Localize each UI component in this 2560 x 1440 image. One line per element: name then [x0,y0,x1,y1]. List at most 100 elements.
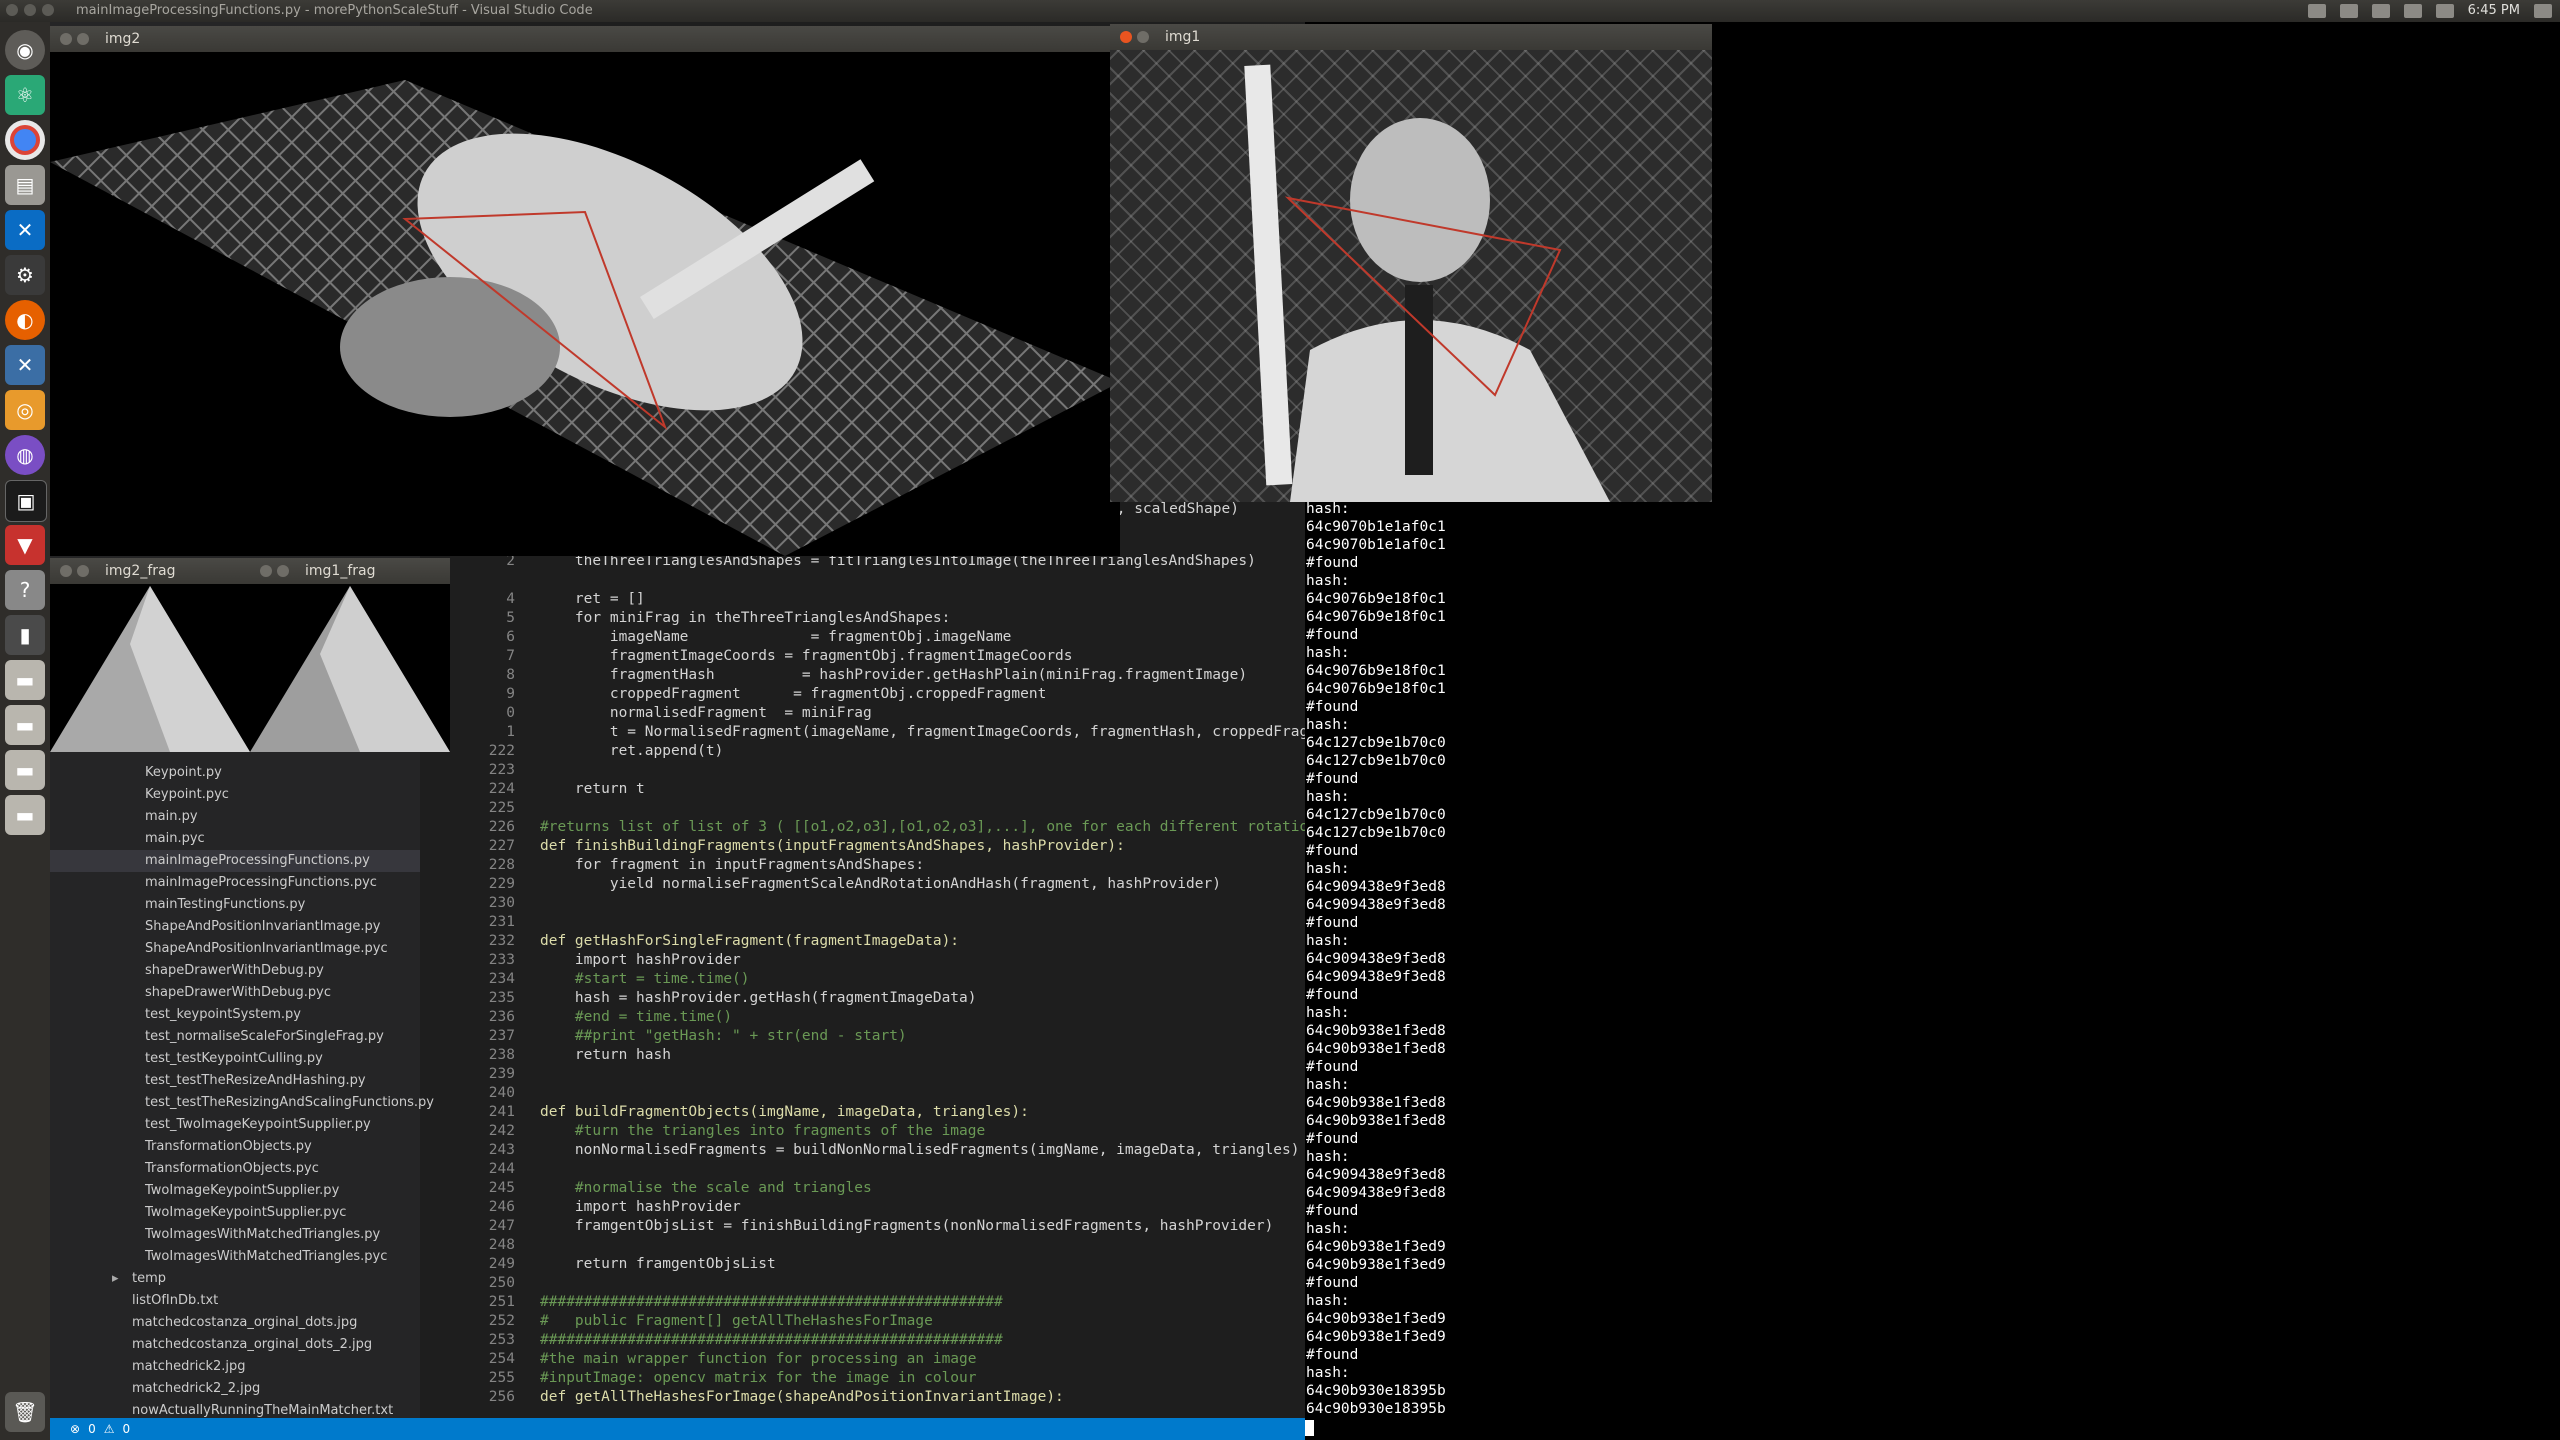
trash-icon[interactable]: 🗑 [5,1392,45,1432]
maximize-window-button[interactable] [42,4,54,16]
file-item[interactable]: shapeDrawerWithDebug.pyc [50,982,420,1004]
help-icon[interactable]: ? [5,570,45,610]
img1-frag-window[interactable]: img1_frag [250,558,450,752]
terminal-line: 64c127cb9e1b70c0 [1306,753,1446,769]
drive-icon-3[interactable]: ▬ [5,795,45,835]
warning-count: 0 [122,1422,131,1436]
minimize-window-button[interactable] [24,4,36,16]
file-item[interactable]: listOfInDb.txt [50,1290,420,1312]
file-item[interactable]: mainImageProcessingFunctions.pyc [50,872,420,894]
code-line: 236 #end = time.time() [420,1008,1305,1027]
file-item[interactable]: mainTestingFunctions.py [50,894,420,916]
terminal-line: 64c90b938e1f3ed8 [1306,1113,1446,1129]
close-button[interactable] [1120,31,1132,43]
file-item[interactable]: matchedrick2.jpg [50,1356,420,1378]
img1-frag-titlebar[interactable]: img1_frag [250,558,450,584]
line-number: 242 [488,1123,515,1139]
img2-window[interactable]: img2 [50,26,1120,556]
keyboard-icon[interactable] [2371,4,2390,18]
code-text: imageName = fragmentObj.imageName [540,629,1012,645]
file-item[interactable]: TransformationObjects.py [50,1136,420,1158]
terminal-line: #found [1306,1131,1359,1147]
file-item[interactable]: mainImageProcessingFunctions.py [50,850,420,872]
code-text: #normalise the scale and triangles [540,1180,872,1196]
app-icon[interactable]: ◎ [5,390,45,430]
file-item[interactable]: test_testKeypointCulling.py [50,1048,420,1070]
minimize-button[interactable] [77,33,89,45]
img2-frag-titlebar[interactable]: img2_frag [50,558,250,584]
globe-icon[interactable]: ◍ [5,435,45,475]
problems-indicator[interactable]: ⊗ 0 ⚠ 0 [70,1418,130,1440]
img1-window[interactable]: img1 [1110,24,1712,502]
code-line: 254 #the main wrapper function for proces… [420,1350,1305,1369]
file-item[interactable]: test_testTheResizingAndScalingFunctions.… [50,1092,434,1114]
vscode-icon[interactable]: ✕ [5,210,45,250]
file-list: Keypoint.py Keypoint.pyc main.py main.pyc ma… [50,762,434,1422]
file-item[interactable]: ShapeAndPositionInvariantImage.pyc [50,938,420,960]
camera-icon[interactable]: ▬ [5,705,45,745]
close-window-button[interactable] [6,4,18,16]
close-button[interactable] [60,565,72,577]
firefox-icon[interactable]: ◐ [5,300,45,340]
dash-icon[interactable]: ◉ [5,30,45,70]
monitor-icon[interactable]: ▮ [5,615,45,655]
terminal[interactable]: hash: 64c9070b1e1af0c1 64c9070b1e1af0c1 #fo… [1305,500,2560,1440]
code-line: 7 fragmentImageCoords = fragmentObj.frag… [420,647,1305,666]
network-icon[interactable] [2403,4,2422,18]
file-item[interactable]: test_keypointSystem.py [50,1004,420,1026]
atom-icon[interactable]: ⚛ [5,75,45,115]
file-item[interactable]: ShapeAndPositionInvariantImage.py [50,916,420,938]
img1-titlebar[interactable]: img1 [1110,24,1712,50]
close-button[interactable] [60,33,72,45]
file-item[interactable]: main.py [50,806,420,828]
steam-icon[interactable]: ⚙ [5,255,45,295]
file-item[interactable]: temp [50,1268,420,1290]
file-item[interactable]: matchedcostanza_orginal_dots_2.jpg [50,1334,420,1356]
drive-icon[interactable]: ▬ [5,660,45,700]
code-text: ret.append(t) [540,743,724,759]
code-text: def getHashForSingleFragment(fragmentIma… [540,933,960,949]
terminal-icon[interactable]: ▣ [5,480,47,522]
file-item[interactable]: matchedcostanza_orginal_dots.jpg [50,1312,420,1334]
files-icon[interactable]: ▤ [5,165,45,205]
drive-icon-2[interactable]: ▬ [5,750,45,790]
file-item[interactable]: shapeDrawerWithDebug.py [50,960,420,982]
settings-icon[interactable] [2534,4,2552,18]
img2-frag-window[interactable]: img2_frag [50,558,250,752]
file-item[interactable]: test_TwoImageKeypointSupplier.py [50,1114,420,1136]
telegram-icon[interactable] [2339,4,2358,18]
code-line: 246 import hashProvider [420,1198,1305,1217]
file-item[interactable]: TwoImageKeypointSupplier.pyc [50,1202,420,1224]
file-item[interactable]: matchedrick2_2.jpg [50,1378,420,1400]
file-item[interactable]: TwoImageKeypointSupplier.py [50,1180,420,1202]
code-text: normalisedFragment = miniFrag [540,705,872,721]
file-item[interactable]: test_normaliseScaleForSingleFrag.py [50,1026,420,1048]
file-item[interactable]: TransformationObjects.pyc [50,1158,420,1180]
file-item[interactable]: Keypoint.py [50,762,420,784]
terminal-output: hash: 64c9070b1e1af0c1 64c9070b1e1af0c1 #fo… [1305,500,2560,1418]
minimize-button[interactable] [77,565,89,577]
code-line: 240 [420,1084,1305,1103]
close-button[interactable] [260,565,272,577]
file-item[interactable]: TwoImagesWithMatchedTriangles.py [50,1224,420,1246]
minimize-button[interactable] [277,565,289,577]
tools-icon[interactable]: ✕ [5,345,45,385]
terminal-line: 64c909438e9f3ed8 [1306,879,1446,895]
dropbox-icon[interactable] [2307,4,2326,18]
code-text: #returns list of list of 3 ( [[o1,o2,o3]… [540,819,1305,835]
img2-titlebar[interactable]: img2 [50,26,1120,52]
code-line: 227 def finishBuildingFragments(inputFrag… [420,837,1305,856]
terminal-line: 64c90b938e1f3ed8 [1306,1023,1446,1039]
minimize-button[interactable] [1137,31,1149,43]
software-center-icon[interactable]: ▼ [5,525,45,565]
volume-icon[interactable] [2435,4,2454,18]
file-item[interactable]: Keypoint.pyc [50,784,420,806]
file-item[interactable]: main.pyc [50,828,420,850]
img2-title: img2 [105,31,141,47]
chrome-icon[interactable] [5,120,45,160]
code-area[interactable]: 2 theThreeTrianglesAndShapes = fitTriang… [420,552,1305,1422]
clock[interactable]: 6:45 PM [2468,0,2520,22]
file-item[interactable]: TwoImagesWithMatchedTriangles.pyc [50,1246,420,1268]
file-item[interactable]: test_testTheResizeAndHashing.py [50,1070,420,1092]
terminal-line: #found [1306,627,1359,643]
